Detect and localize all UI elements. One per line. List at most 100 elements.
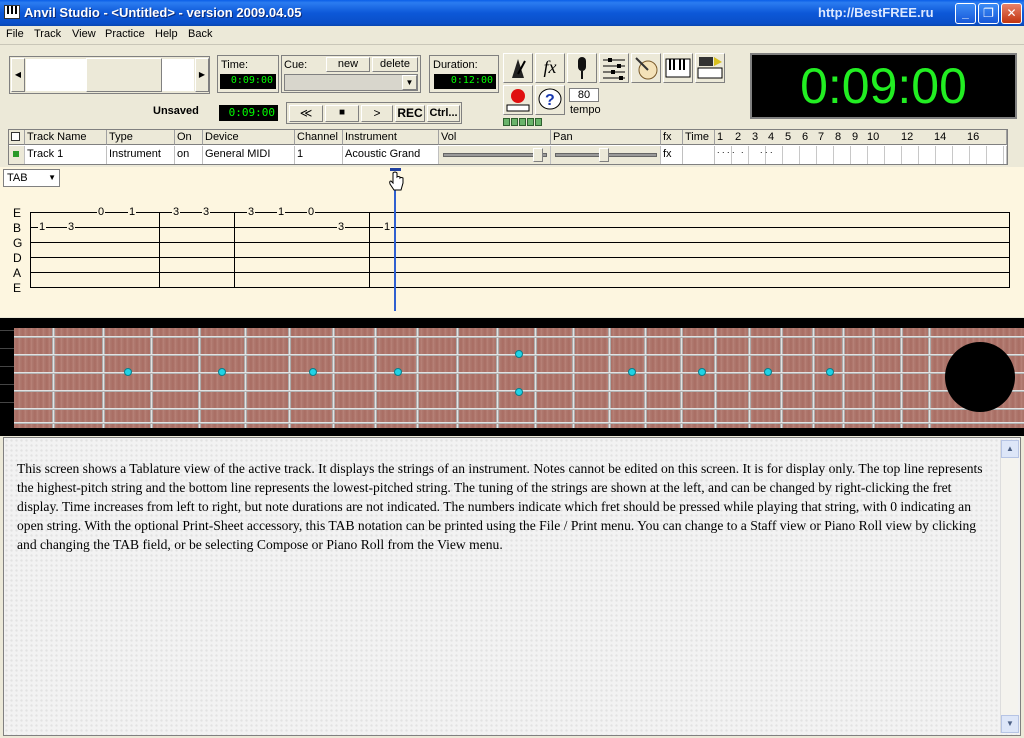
track-device-cell[interactable]: General MIDI — [203, 146, 295, 164]
fret-marker-dot — [826, 368, 834, 376]
measure-3: 3 — [752, 131, 759, 143]
minimize-button[interactable]: _ — [955, 3, 976, 24]
description-pane[interactable]: This screen shows a Tablature view of th… — [3, 437, 1021, 736]
active-track-icon — [13, 151, 19, 157]
window-title: Anvil Studio - <Untitled> - version 2009… — [24, 5, 302, 20]
menu-file[interactable]: File — [6, 28, 24, 40]
track-on-cell[interactable]: on — [175, 146, 203, 164]
header-time[interactable]: Time — [683, 130, 715, 145]
cue-delete-button[interactable]: delete — [372, 57, 418, 72]
record-keyboard-button[interactable] — [503, 85, 533, 115]
scroll-track[interactable] — [26, 59, 86, 91]
track-time-cell[interactable] — [683, 146, 715, 164]
scroll-down-arrow-icon[interactable]: ▼ — [1001, 715, 1019, 733]
header-device[interactable]: Device — [203, 130, 295, 145]
fretboard-display[interactable] — [0, 318, 1024, 436]
chevron-down-icon: ▼ — [48, 173, 56, 182]
track-fx-cell[interactable]: fx — [661, 146, 683, 164]
fret-marker-dot — [515, 388, 523, 396]
view-mode-select[interactable]: TAB ▼ — [3, 169, 60, 187]
tab-view[interactable]: TAB ▼ E B G D A E 1 3 0 1 3 3 3 1 0 3 1 — [0, 167, 1024, 317]
time-mark: . . . — [760, 146, 773, 155]
tempo-input[interactable]: 80 — [569, 88, 599, 102]
maximize-button[interactable]: ❐ — [978, 3, 999, 24]
record-button[interactable]: REC — [395, 105, 425, 122]
header-vol[interactable]: Vol — [439, 130, 551, 145]
description-scrollbar[interactable]: ▲ ▼ — [1000, 440, 1019, 733]
volume-slider[interactable] — [439, 146, 551, 164]
track-channel-cell[interactable]: 1 — [295, 146, 343, 164]
fret-marker-dot — [698, 368, 706, 376]
header-pan[interactable]: Pan — [551, 130, 661, 145]
time-panel: Time: 0:09:00 — [217, 55, 279, 93]
save-status: Unsaved — [153, 105, 199, 117]
menu-practice[interactable]: Practice — [105, 28, 145, 40]
play-button[interactable]: > — [361, 105, 393, 122]
string-label-b[interactable]: B — [13, 222, 21, 234]
synth-button[interactable] — [695, 53, 725, 83]
metronome-button[interactable] — [503, 53, 533, 83]
sound-hole — [945, 342, 1015, 412]
scroll-track-right[interactable] — [162, 59, 194, 91]
help-button[interactable]: ? — [535, 85, 565, 115]
fret-marker-dot — [218, 368, 226, 376]
effects-button[interactable]: fx — [535, 53, 565, 83]
pan-slider[interactable] — [551, 146, 661, 164]
header-on[interactable]: On — [175, 130, 203, 145]
mixer-button[interactable] — [599, 53, 629, 83]
scroll-thumb[interactable] — [86, 58, 162, 92]
track-instrument-cell[interactable]: Acoustic Grand — [343, 146, 439, 164]
track-type-cell[interactable]: Instrument — [107, 146, 175, 164]
cue-label: Cue: — [284, 59, 308, 71]
tab-note: 3 — [67, 221, 76, 233]
time-label: Time: — [221, 59, 249, 71]
string-label-e-low[interactable]: E — [13, 282, 21, 294]
string-label-e-high[interactable]: E — [13, 207, 21, 219]
header-fx[interactable]: fx — [661, 130, 683, 145]
scroll-right-arrow-icon[interactable]: ▶ — [195, 58, 209, 92]
scroll-up-arrow-icon[interactable]: ▲ — [1001, 440, 1019, 458]
cue-select[interactable]: ▼ — [284, 74, 418, 91]
piano-keys-icon — [665, 58, 691, 78]
header-track-name[interactable]: Track Name — [25, 130, 107, 145]
select-all-checkbox[interactable] — [9, 130, 25, 145]
tab-note: 3 — [337, 221, 346, 233]
fret-marker-dot — [515, 350, 523, 358]
synthesizer-icon — [697, 57, 723, 79]
playhead-cursor[interactable] — [394, 179, 396, 311]
track-timeline[interactable]: . . . . . . . . — [715, 146, 1007, 164]
string-label-a[interactable]: A — [13, 267, 21, 279]
stop-button[interactable]: ■ — [325, 105, 359, 122]
chevron-down-icon[interactable]: ▼ — [402, 75, 417, 90]
tuner-button[interactable] — [631, 53, 661, 83]
track-name-cell[interactable]: Track 1 — [25, 146, 107, 164]
duration-panel: Duration: 0:12:00 — [429, 55, 499, 93]
microphone-button[interactable] — [567, 53, 597, 83]
track-select-cell[interactable] — [9, 146, 25, 164]
rewind-button[interactable]: ≪ — [289, 105, 323, 122]
position-scrollbar[interactable]: ◀ ▶ — [9, 56, 210, 94]
help-question-icon: ? — [538, 88, 562, 110]
title-bar[interactable]: Anvil Studio - <Untitled> - version 2009… — [0, 0, 1024, 26]
cue-new-button[interactable]: new — [326, 57, 370, 72]
header-type[interactable]: Type — [107, 130, 175, 145]
header-instrument[interactable]: Instrument — [343, 130, 439, 145]
string-label-g[interactable]: G — [13, 237, 22, 249]
ctrl-button[interactable]: Ctrl... — [427, 105, 460, 122]
piano-keyboard-button[interactable] — [663, 53, 693, 83]
view-mode-value: TAB — [7, 172, 28, 184]
measure-7: 7 — [818, 131, 825, 143]
menu-help[interactable]: Help — [155, 28, 178, 40]
scroll-left-arrow-icon[interactable]: ◀ — [11, 58, 25, 92]
tab-note: 0 — [307, 206, 316, 218]
menu-track[interactable]: Track — [34, 28, 61, 40]
menu-view[interactable]: View — [72, 28, 96, 40]
microphone-icon — [578, 57, 586, 79]
tab-string-line — [30, 257, 1010, 258]
header-channel[interactable]: Channel — [295, 130, 343, 145]
pan-slider-thumb[interactable] — [599, 148, 609, 162]
volume-slider-thumb[interactable] — [533, 148, 543, 162]
close-button[interactable]: ✕ — [1001, 3, 1022, 24]
string-label-d[interactable]: D — [13, 252, 22, 264]
menu-back[interactable]: Back — [188, 28, 212, 40]
